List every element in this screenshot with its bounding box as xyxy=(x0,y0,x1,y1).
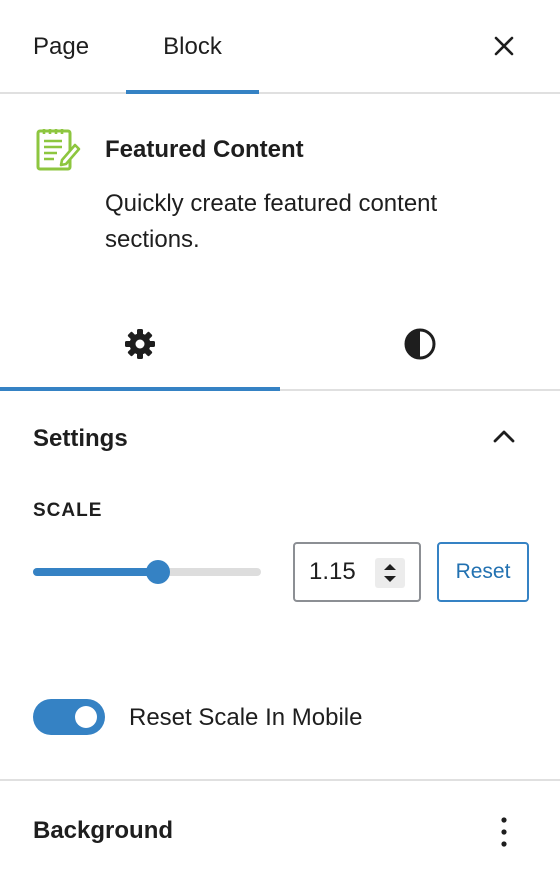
inspector-tabs xyxy=(0,296,560,391)
settings-panel-title: Settings xyxy=(33,425,128,452)
more-options-button[interactable] xyxy=(492,812,516,852)
block-description: Quickly create featured content sections… xyxy=(105,190,438,253)
contrast-icon xyxy=(404,328,436,360)
tab-block[interactable]: Block xyxy=(126,0,259,94)
scale-number-input[interactable]: 1.15 xyxy=(293,542,421,602)
scale-slider[interactable] xyxy=(33,558,261,586)
sidebar-tabs: Page Block xyxy=(0,0,560,94)
close-button[interactable] xyxy=(486,28,522,64)
active-inspector-tab-indicator xyxy=(0,387,280,391)
scale-value: 1.15 xyxy=(309,558,356,585)
slider-fill xyxy=(33,568,159,576)
close-icon xyxy=(494,36,514,56)
vertical-ellipsis-icon xyxy=(501,817,507,847)
gear-icon xyxy=(125,329,155,359)
tab-page[interactable]: Page xyxy=(33,0,89,94)
scale-label: SCALE xyxy=(33,500,103,521)
tab-settings[interactable] xyxy=(0,296,280,391)
toggle-label: Reset Scale In Mobile xyxy=(129,704,363,731)
block-title: Featured Content xyxy=(105,136,304,163)
reset-scale-mobile-toggle[interactable] xyxy=(33,699,105,735)
toggle-knob xyxy=(75,706,97,728)
spinner-arrows-icon[interactable] xyxy=(375,558,405,588)
background-panel-title: Background xyxy=(33,817,174,844)
slider-thumb[interactable] xyxy=(146,560,171,584)
featured-content-icon xyxy=(35,126,83,174)
reset-scale-button[interactable]: Reset xyxy=(437,542,529,602)
chevron-up-icon[interactable] xyxy=(490,424,518,448)
tab-styles[interactable] xyxy=(280,296,560,391)
